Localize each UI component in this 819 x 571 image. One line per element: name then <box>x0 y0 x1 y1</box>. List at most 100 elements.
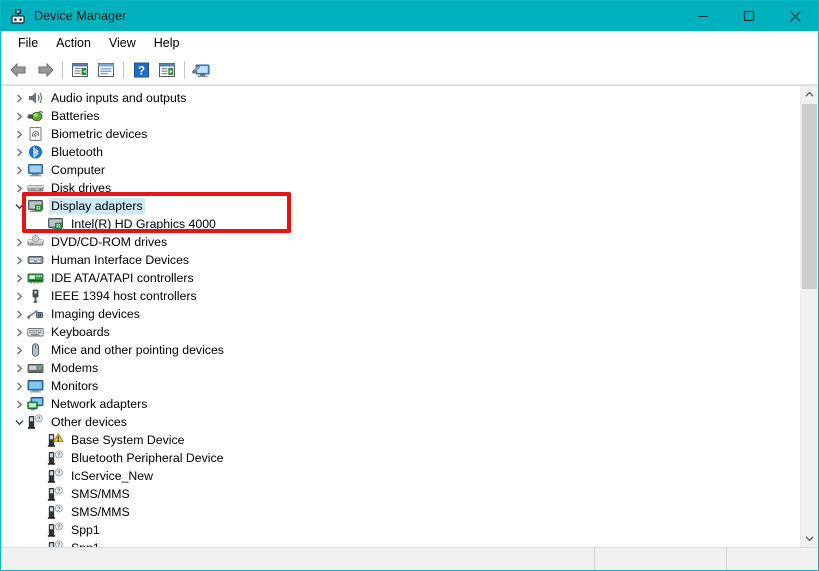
tree-row[interactable]: ?Bluetooth Peripheral Device <box>1 449 800 467</box>
tree-row[interactable]: Batteries <box>1 107 800 125</box>
back-button[interactable] <box>7 58 31 82</box>
chevron-right-icon <box>15 400 24 409</box>
tree-row-label: IDE ATA/ATAPI controllers <box>49 270 196 286</box>
tree-expander-collapsed[interactable] <box>11 179 27 197</box>
properties-button[interactable] <box>94 58 118 82</box>
tree-expander-collapsed[interactable] <box>11 233 27 251</box>
device-tree[interactable]: Audio inputs and outputsBatteriesBiometr… <box>1 86 800 547</box>
tree-row[interactable]: ?Spp1 <box>1 539 800 547</box>
minimize-icon <box>697 10 709 22</box>
tree-expander-collapsed[interactable] <box>11 359 27 377</box>
display-adapter-icon <box>27 198 44 214</box>
tree-expander-collapsed[interactable] <box>11 161 27 179</box>
tree-row[interactable]: Imaging devices <box>1 305 800 323</box>
tree-row[interactable]: Display adapters <box>1 197 800 215</box>
tree-row[interactable]: ?Spp1 <box>1 521 800 539</box>
show-hide-console-tree-button[interactable] <box>68 58 92 82</box>
maximize-icon <box>743 10 755 22</box>
tree-expander-collapsed[interactable] <box>11 143 27 161</box>
network-adapter-icon <box>27 396 44 412</box>
help-button[interactable]: ? <box>129 58 153 82</box>
tree-expander-collapsed[interactable] <box>11 89 27 107</box>
tree-expander-none <box>31 521 47 539</box>
window-controls <box>680 1 818 31</box>
tree-row[interactable]: IDE ATA/ATAPI controllers <box>1 269 800 287</box>
maximize-button[interactable] <box>726 1 772 31</box>
tree-expander-collapsed[interactable] <box>11 125 27 143</box>
toolbar: ? <box>1 56 818 85</box>
tree-row-label: Spp1 <box>69 522 102 538</box>
chevron-right-icon <box>15 238 24 247</box>
tree-row[interactable]: Bluetooth <box>1 143 800 161</box>
tree-row-label: Display adapters <box>49 198 145 214</box>
status-pane-message <box>1 548 595 570</box>
tree-expander-collapsed[interactable] <box>11 287 27 305</box>
tree-expander-collapsed[interactable] <box>11 341 27 359</box>
tree-row[interactable]: Computer <box>1 161 800 179</box>
tree-expander-collapsed[interactable] <box>11 395 27 413</box>
vertical-scrollbar[interactable] <box>800 86 818 547</box>
tree-expander-collapsed[interactable] <box>11 323 27 341</box>
tree-row-label: Monitors <box>49 378 100 394</box>
menu-item-view[interactable]: View <box>100 33 145 54</box>
tree-row-label: Bluetooth <box>49 144 105 160</box>
tree-row[interactable]: Monitors <box>1 377 800 395</box>
chevron-right-icon <box>15 184 24 193</box>
chevron-right-icon <box>15 130 24 139</box>
tree-expander-collapsed[interactable] <box>11 107 27 125</box>
tree-row[interactable]: DVD/CD-ROM drives <box>1 233 800 251</box>
mouse-icon <box>27 342 44 358</box>
menu-item-file[interactable]: File <box>9 33 47 54</box>
tree-row[interactable]: Disk drives <box>1 179 800 197</box>
tree-expander-collapsed[interactable] <box>11 305 27 323</box>
camera-icon <box>27 306 44 322</box>
svg-text:?: ? <box>57 543 61 547</box>
tree-row[interactable]: ?IcService_New <box>1 467 800 485</box>
chevron-right-icon <box>15 328 24 337</box>
tree-row[interactable]: Audio inputs and outputs <box>1 89 800 107</box>
menu-item-action[interactable]: Action <box>47 33 100 54</box>
scan-for-hardware-changes-button[interactable] <box>190 58 214 82</box>
tree-expander-collapsed[interactable] <box>11 251 27 269</box>
tree-expander-none <box>31 449 47 467</box>
tree-row[interactable]: Biometric devices <box>1 125 800 143</box>
svg-text:?: ? <box>57 489 61 495</box>
tree-row[interactable]: Keyboards <box>1 323 800 341</box>
forward-button[interactable] <box>33 58 57 82</box>
scroll-up-button[interactable] <box>801 86 818 103</box>
chevron-right-icon <box>15 256 24 265</box>
tree-row[interactable]: Modems <box>1 359 800 377</box>
tree-row[interactable]: Base System Device <box>1 431 800 449</box>
tree-row-label: Bluetooth Peripheral Device <box>69 450 225 466</box>
toolbar-separator-3 <box>184 61 185 79</box>
chevron-right-icon <box>15 292 24 301</box>
tree-row[interactable]: ?SMS/MMS <box>1 485 800 503</box>
tree-expander-none <box>31 467 47 485</box>
minimize-button[interactable] <box>680 1 726 31</box>
scrollbar-thumb[interactable] <box>802 104 817 289</box>
update-driver-button[interactable] <box>155 58 179 82</box>
close-button[interactable] <box>772 1 818 31</box>
tree-expander-none <box>31 431 47 449</box>
svg-text:?: ? <box>57 471 61 477</box>
device-manager-icon <box>9 7 27 25</box>
tree-expander-expanded[interactable] <box>11 197 27 215</box>
tree-row[interactable]: Human Interface Devices <box>1 251 800 269</box>
menu-item-help[interactable]: Help <box>145 33 189 54</box>
content-area: Audio inputs and outputsBatteriesBiometr… <box>1 85 818 547</box>
tree-row-label: Audio inputs and outputs <box>49 90 188 106</box>
scan-hardware-icon <box>192 62 212 79</box>
scroll-down-button[interactable] <box>801 530 818 547</box>
tree-row[interactable]: Network adapters <box>1 395 800 413</box>
tree-row[interactable]: IEEE 1394 host controllers <box>1 287 800 305</box>
chevron-right-icon <box>15 274 24 283</box>
tree-row[interactable]: Mice and other pointing devices <box>1 341 800 359</box>
tree-expander-collapsed[interactable] <box>11 377 27 395</box>
tree-row[interactable]: ?Other devices <box>1 413 800 431</box>
tree-row[interactable]: Intel(R) HD Graphics 4000 <box>1 215 800 233</box>
tree-expander-expanded[interactable] <box>11 413 27 431</box>
tree-expander-collapsed[interactable] <box>11 269 27 287</box>
tree-row[interactable]: ?SMS/MMS <box>1 503 800 521</box>
unknown-device-icon: ? <box>47 468 64 484</box>
tree-expander-none <box>31 485 47 503</box>
